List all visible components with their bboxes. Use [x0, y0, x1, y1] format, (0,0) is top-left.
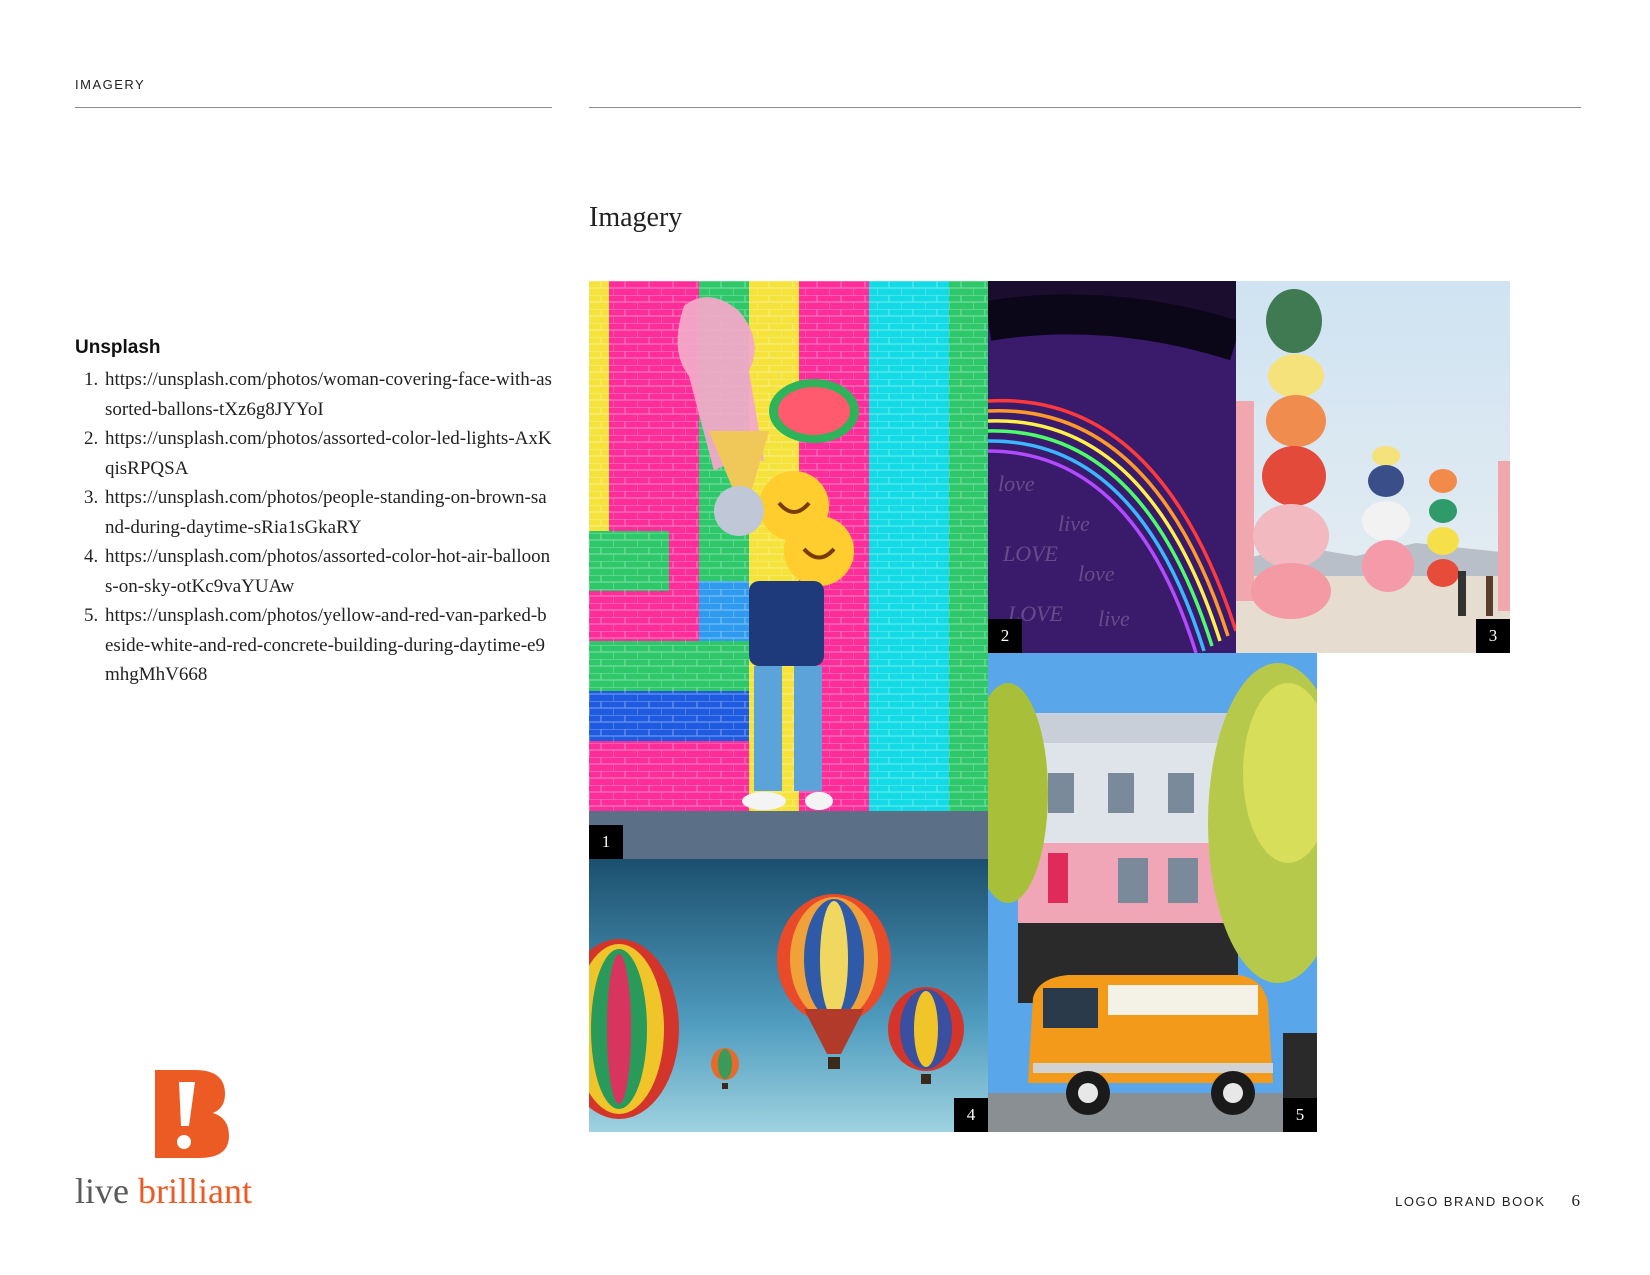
sources-list: https://unsplash.com/photos/woman-coveri…: [75, 365, 555, 690]
brand-logo: live brilliant: [75, 1068, 305, 1211]
photo-number-badge: 1: [589, 825, 623, 859]
source-item[interactable]: https://unsplash.com/photos/woman-coveri…: [103, 365, 555, 424]
image-sources: Unsplash https://unsplash.com/photos/wom…: [75, 337, 555, 690]
photo-5-image: [988, 653, 1317, 1132]
photo-number-badge: 2: [988, 619, 1022, 653]
photo-number-badge: 4: [954, 1098, 988, 1132]
photo-2-image: love live LOVE love LOVE live: [988, 281, 1236, 653]
header-rule-left: [75, 107, 552, 108]
photo-number-badge: 3: [1476, 619, 1510, 653]
svg-text:LOVE: LOVE: [1002, 541, 1059, 566]
photo-number-badge: 5: [1283, 1098, 1317, 1132]
photo-4-image: [589, 859, 988, 1132]
sources-heading: Unsplash: [75, 337, 161, 358]
source-item[interactable]: https://unsplash.com/photos/assorted-col…: [103, 424, 555, 483]
photo-3-image: [1236, 281, 1510, 653]
section-label: IMAGERY: [75, 77, 146, 92]
svg-text:love: love: [1078, 561, 1115, 586]
source-item[interactable]: https://unsplash.com/photos/people-stand…: [103, 483, 555, 542]
photo-2-neon-rainbow: love live LOVE love LOVE live 2: [988, 281, 1236, 653]
page-footer: LOGO BRAND BOOK 6: [1395, 1191, 1580, 1211]
logo-word-live: live: [75, 1171, 129, 1211]
footer-label: LOGO BRAND BOOK: [1395, 1194, 1546, 1209]
svg-text:live: live: [1098, 606, 1130, 631]
photo-1-image: [589, 281, 988, 859]
page-title: Imagery: [589, 202, 683, 233]
logo-wordmark: live brilliant: [75, 1170, 252, 1212]
svg-text:live: live: [1058, 511, 1090, 536]
logo-word-brilliant: brilliant: [137, 1171, 252, 1211]
header-rule-right: [589, 107, 1581, 108]
photo-5-orange-van: 5: [988, 653, 1317, 1132]
photo-3-stacked-rocks: 3: [1236, 281, 1510, 653]
logo-mark-icon: [155, 1070, 229, 1158]
page-number: 6: [1571, 1191, 1581, 1210]
photo-4-hot-air-balloons: 4: [589, 859, 988, 1132]
svg-text:love: love: [998, 471, 1035, 496]
source-item[interactable]: https://unsplash.com/photos/yellow-and-r…: [103, 601, 555, 690]
source-item[interactable]: https://unsplash.com/photos/assorted-col…: [103, 542, 555, 601]
photo-1-balloons-wall: 1: [589, 281, 988, 859]
